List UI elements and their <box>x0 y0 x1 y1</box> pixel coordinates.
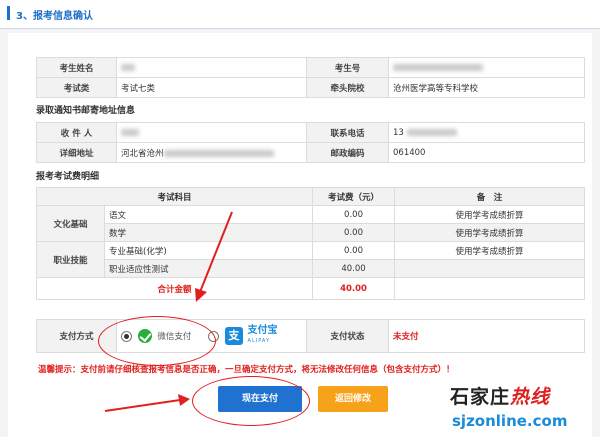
annotation-arrow-line <box>104 399 181 412</box>
annotation-arrowhead <box>195 288 207 302</box>
annotation-arrow-line <box>199 211 233 293</box>
annotation-arrows <box>104 211 233 412</box>
watermark-red: 热线 <box>510 386 551 408</box>
watermark-black: 石家庄 <box>450 386 511 408</box>
watermark-url: sjzonline.com <box>452 412 568 430</box>
watermark-title: 石家庄热线 <box>450 382 550 409</box>
annotation-arrowhead <box>178 394 190 406</box>
